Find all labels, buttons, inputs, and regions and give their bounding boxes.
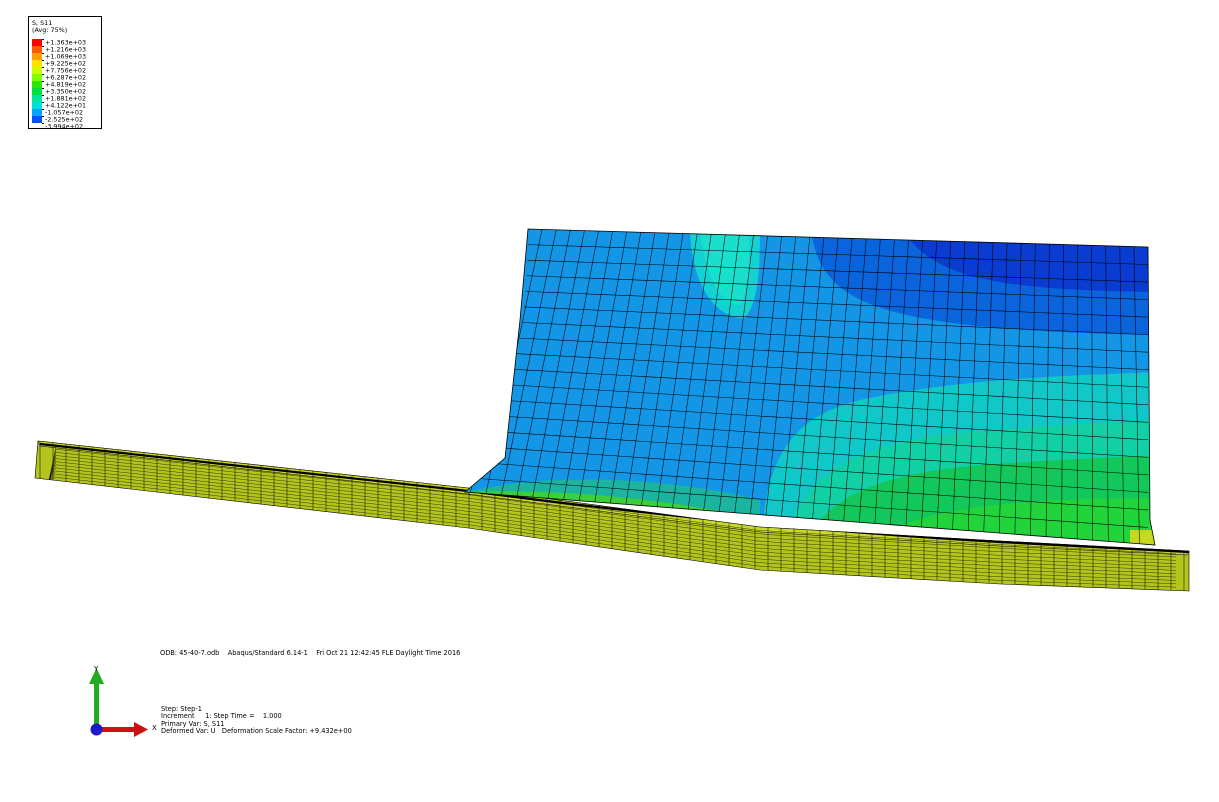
- x-axis-label: X: [152, 724, 157, 732]
- model-viewport[interactable]: [0, 0, 1219, 802]
- x-axis-arrow: [98, 722, 148, 737]
- z-axis-dot: [90, 723, 103, 736]
- axis-triad: Y X: [86, 664, 166, 744]
- deformed-var-line: Deformed Var: U Deformation Scale Factor…: [161, 727, 352, 736]
- step-info-block: Step: Step-1 Increment 1: Step Time = 1.0…: [161, 705, 352, 736]
- y-axis-label: Y: [94, 665, 99, 673]
- y-axis-arrow: [89, 668, 104, 728]
- odb-info-line: ODB: 45-40-7.odb Abaqus/Standard 6.14-1 …: [160, 649, 461, 657]
- triad-arrows: [89, 668, 148, 737]
